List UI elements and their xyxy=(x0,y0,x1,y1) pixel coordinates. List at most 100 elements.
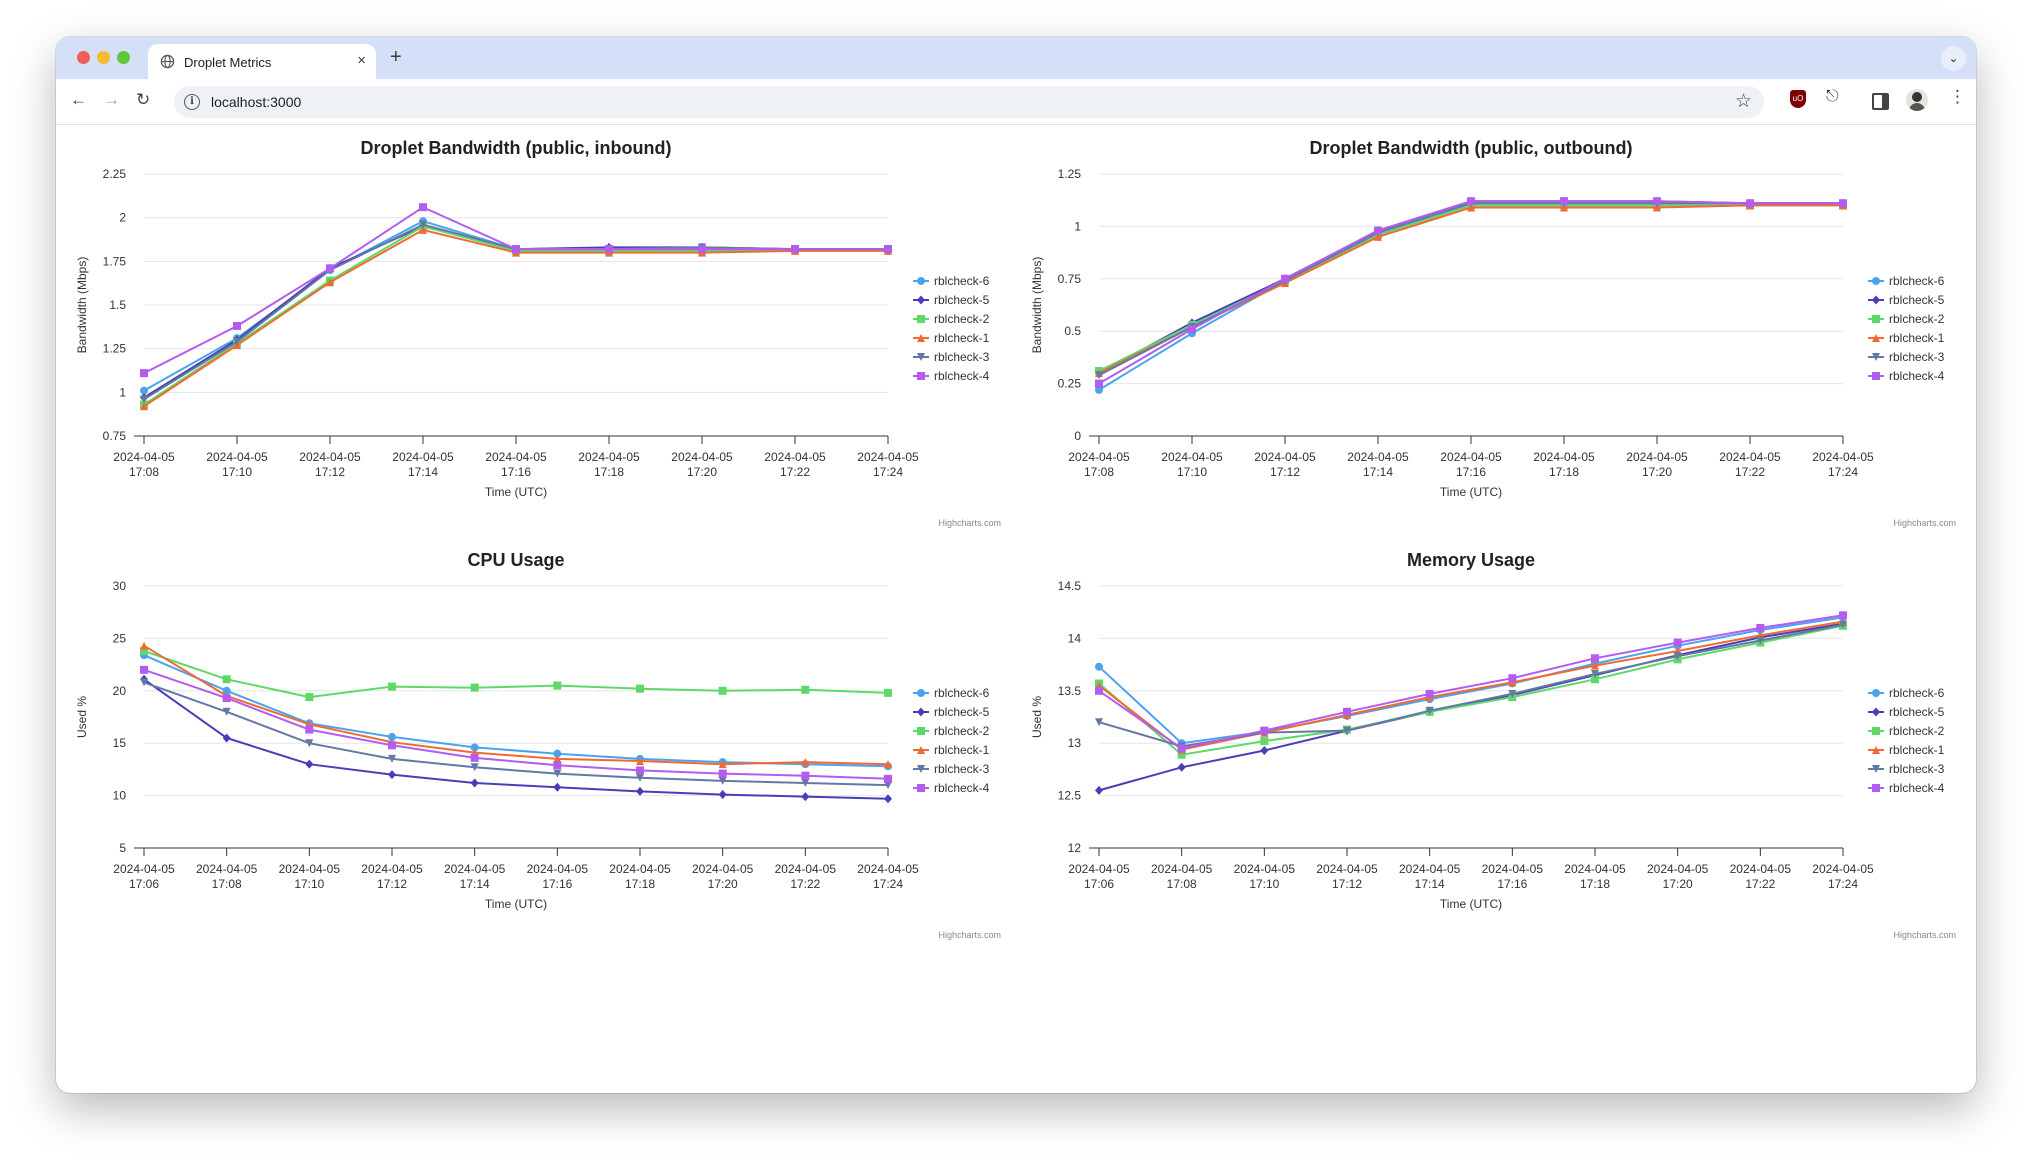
legend-item-rblcheck-4[interactable]: rblcheck-4 xyxy=(913,781,990,795)
legend-item-rblcheck-1[interactable]: rblcheck-1 xyxy=(1868,743,1945,757)
data-point-rblcheck-4[interactable] xyxy=(1260,726,1269,735)
legend-marker[interactable] xyxy=(917,707,925,717)
series-line-rblcheck-1[interactable] xyxy=(1098,204,1843,374)
legend-item-rblcheck-4[interactable]: rblcheck-4 xyxy=(1868,781,1945,795)
window-minimize-button[interactable] xyxy=(97,51,110,64)
data-point-rblcheck-5[interactable] xyxy=(305,759,314,769)
back-arrow-icon[interactable]: ← xyxy=(70,89,87,111)
data-point-rblcheck-4[interactable] xyxy=(1467,197,1475,206)
data-point-rblcheck-2[interactable] xyxy=(1260,737,1269,746)
legend-item-rblcheck-5[interactable]: rblcheck-5 xyxy=(913,293,990,307)
data-point-rblcheck-2[interactable] xyxy=(222,675,231,684)
data-point-rblcheck-5[interactable] xyxy=(636,786,644,796)
series-line-rblcheck-6[interactable] xyxy=(1098,202,1843,391)
legend-item-rblcheck-5[interactable]: rblcheck-5 xyxy=(1868,705,1945,719)
data-point-rblcheck-4[interactable] xyxy=(698,245,706,254)
legend-marker[interactable] xyxy=(917,727,925,735)
data-point-rblcheck-4[interactable] xyxy=(233,321,241,330)
series-line-rblcheck-2[interactable] xyxy=(143,650,889,699)
data-point-rblcheck-5[interactable] xyxy=(1260,746,1269,756)
data-point-rblcheck-4[interactable] xyxy=(553,761,562,770)
data-point-rblcheck-4[interactable] xyxy=(718,769,727,778)
tab-search-icon[interactable]: ⌄ xyxy=(1941,46,1966,71)
legend-item-rblcheck-2[interactable]: rblcheck-2 xyxy=(1868,312,1945,326)
legend-item-rblcheck-2[interactable]: rblcheck-2 xyxy=(913,724,990,738)
tab-droplet-metrics[interactable]: Droplet Metrics × xyxy=(148,44,376,79)
data-point-rblcheck-4[interactable] xyxy=(326,264,334,273)
reload-icon[interactable]: ↻ xyxy=(136,89,150,111)
data-point-rblcheck-4[interactable] xyxy=(1281,274,1289,283)
data-point-rblcheck-1[interactable] xyxy=(140,641,148,650)
data-point-rblcheck-4[interactable] xyxy=(1591,654,1599,663)
legend-item-rblcheck-4[interactable]: rblcheck-4 xyxy=(913,369,990,383)
data-point-rblcheck-4[interactable] xyxy=(1095,379,1103,388)
data-point-rblcheck-4[interactable] xyxy=(801,771,810,780)
data-point-rblcheck-4[interactable] xyxy=(884,774,892,783)
side-panel-icon[interactable] xyxy=(1872,93,1889,110)
legend-marker[interactable] xyxy=(917,277,925,285)
data-point-rblcheck-4[interactable] xyxy=(605,245,613,254)
legend-marker[interactable] xyxy=(917,689,925,697)
legend-item-rblcheck-1[interactable]: rblcheck-1 xyxy=(913,743,990,757)
data-point-rblcheck-4[interactable] xyxy=(1673,638,1682,647)
chart-credits[interactable]: Highcharts.com xyxy=(1893,518,1956,528)
data-point-rblcheck-4[interactable] xyxy=(305,725,314,734)
legend-marker[interactable] xyxy=(1872,784,1880,792)
avatar[interactable] xyxy=(1906,89,1928,111)
legend-item-rblcheck-3[interactable]: rblcheck-3 xyxy=(1868,350,1945,364)
data-point-rblcheck-4[interactable] xyxy=(791,245,799,254)
data-point-rblcheck-2[interactable] xyxy=(801,685,810,694)
url-text[interactable]: localhost:3000 xyxy=(211,94,301,110)
series-line-rblcheck-2[interactable] xyxy=(1098,204,1843,372)
legend-marker[interactable] xyxy=(917,372,925,380)
data-point-rblcheck-5[interactable] xyxy=(553,782,562,792)
data-point-rblcheck-4[interactable] xyxy=(470,753,479,762)
window-close-button[interactable] xyxy=(77,51,90,64)
data-point-rblcheck-4[interactable] xyxy=(1839,199,1847,208)
tab-close-button[interactable]: × xyxy=(357,52,366,70)
forward-arrow-icon[interactable]: → xyxy=(103,89,120,111)
series-line-rblcheck-5[interactable] xyxy=(1098,200,1843,374)
data-point-rblcheck-4[interactable] xyxy=(140,665,148,674)
series-line-rblcheck-4[interactable] xyxy=(1098,200,1843,385)
legend-item-rblcheck-1[interactable]: rblcheck-1 xyxy=(913,331,990,345)
data-point-rblcheck-4[interactable] xyxy=(512,245,520,254)
puzzle-icon[interactable]: ⎋ xyxy=(1826,88,1839,106)
legend-item-rblcheck-6[interactable]: rblcheck-6 xyxy=(1868,274,1945,288)
info-icon[interactable]: i xyxy=(184,94,200,110)
legend-marker[interactable] xyxy=(1872,277,1880,285)
data-point-rblcheck-4[interactable] xyxy=(1653,197,1661,206)
series-line-rblcheck-6[interactable] xyxy=(1098,616,1844,745)
series-line-rblcheck-6[interactable] xyxy=(143,654,889,768)
legend-item-rblcheck-5[interactable]: rblcheck-5 xyxy=(913,705,990,719)
chart-credits[interactable]: Highcharts.com xyxy=(938,930,1001,940)
data-point-rblcheck-6[interactable] xyxy=(1095,662,1103,671)
data-point-rblcheck-2[interactable] xyxy=(718,686,727,695)
legend-item-rblcheck-3[interactable]: rblcheck-3 xyxy=(913,762,990,776)
legend-item-rblcheck-5[interactable]: rblcheck-5 xyxy=(1868,293,1945,307)
data-point-rblcheck-2[interactable] xyxy=(388,682,396,691)
data-point-rblcheck-2[interactable] xyxy=(470,683,479,692)
address-bar[interactable]: i localhost:3000 ☆ xyxy=(174,86,1764,118)
data-point-rblcheck-4[interactable] xyxy=(1839,611,1847,620)
data-point-rblcheck-4[interactable] xyxy=(1177,744,1186,753)
data-point-rblcheck-5[interactable] xyxy=(1177,762,1186,772)
series-line-rblcheck-3[interactable] xyxy=(1098,202,1843,377)
legend-marker[interactable] xyxy=(917,315,925,323)
data-point-rblcheck-2[interactable] xyxy=(636,684,644,693)
data-point-rblcheck-4[interactable] xyxy=(1756,623,1765,632)
legend-item-rblcheck-1[interactable]: rblcheck-1 xyxy=(1868,331,1945,345)
data-point-rblcheck-4[interactable] xyxy=(419,203,427,212)
legend-marker[interactable] xyxy=(1872,689,1880,697)
series-line-rblcheck-3[interactable] xyxy=(143,681,889,787)
data-point-rblcheck-4[interactable] xyxy=(1188,325,1196,334)
legend-item-rblcheck-6[interactable]: rblcheck-6 xyxy=(1868,686,1945,700)
new-tab-button[interactable]: + xyxy=(390,46,402,68)
star-icon[interactable]: ☆ xyxy=(1735,90,1752,113)
data-point-rblcheck-4[interactable] xyxy=(222,694,231,703)
data-point-rblcheck-4[interactable] xyxy=(1508,674,1517,683)
data-point-rblcheck-4[interactable] xyxy=(1560,197,1568,206)
data-point-rblcheck-2[interactable] xyxy=(305,693,314,702)
chart-credits[interactable]: Highcharts.com xyxy=(938,518,1001,528)
data-point-rblcheck-4[interactable] xyxy=(884,245,892,254)
